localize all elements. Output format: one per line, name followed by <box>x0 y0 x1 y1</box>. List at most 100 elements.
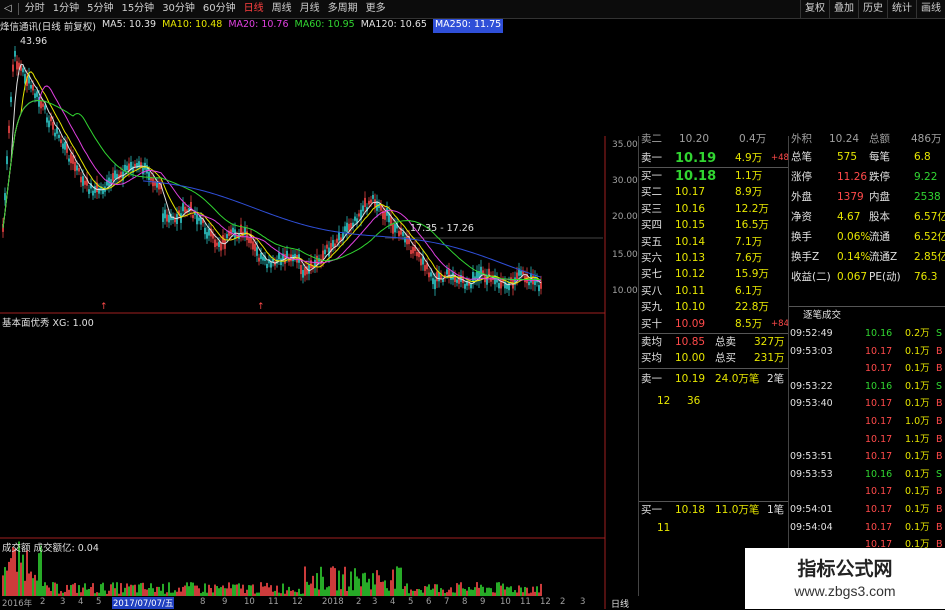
sell2-price: 10.20 <box>679 133 710 145</box>
volume-bar <box>8 561 10 596</box>
volume-bar <box>62 592 64 596</box>
sell1-price: 10.19 <box>675 151 717 166</box>
buy1-detail-price: 10.18 <box>675 504 706 516</box>
volume-bar <box>46 585 48 596</box>
volume-bar <box>30 571 32 596</box>
volume-bar <box>454 592 456 596</box>
x-label: 3 <box>372 597 378 607</box>
candle-body <box>112 173 114 181</box>
candle-body <box>254 243 256 252</box>
volume-bar <box>148 587 150 596</box>
candle-body <box>346 222 348 233</box>
y-tick: 10.00 <box>612 286 638 296</box>
volume-bar <box>254 593 256 596</box>
ma5-line <box>2 63 542 286</box>
buy-level-vol: 15.9万 <box>735 268 769 281</box>
draw-button[interactable]: 画线 <box>916 0 945 18</box>
candle-body <box>354 216 356 221</box>
tab-multi-period[interactable]: 多周期 <box>324 0 362 18</box>
candle-body <box>384 211 386 220</box>
x-axis: 2016年 2 3 4 5 2017/07/07/五 8 9 10 11 12 … <box>0 597 605 609</box>
stat-value: 2538 <box>914 191 941 203</box>
history-button[interactable]: 历史 <box>858 0 887 18</box>
stats-button[interactable]: 统计 <box>887 0 916 18</box>
candle-body <box>204 227 206 235</box>
stat-value: 2.85亿 <box>914 251 945 263</box>
candle-body <box>424 265 426 271</box>
candle-body <box>88 189 90 194</box>
volume-bar <box>322 576 324 596</box>
volume-bar <box>362 573 364 596</box>
back-icon[interactable]: ◁ <box>0 0 16 18</box>
candle-body <box>142 167 144 175</box>
candle-body <box>146 165 148 174</box>
tab-monthly[interactable]: 月线 <box>296 0 324 18</box>
buy-level-vol: 7.6万 <box>735 252 763 264</box>
stat-value: 575 <box>837 151 858 163</box>
volume-bar <box>12 546 14 596</box>
volume-bar <box>366 582 368 596</box>
tick-volume: 0.1万 <box>905 521 930 533</box>
x-label: 4 <box>78 597 84 607</box>
volume-bar <box>330 567 332 596</box>
stat-label: PE(动) <box>869 271 901 283</box>
volume-bar <box>310 583 312 596</box>
buy-avg-label: 买均 <box>641 352 662 364</box>
tab-15min[interactable]: 15分钟 <box>117 0 158 18</box>
tick-volume: 0.1万 <box>905 486 930 498</box>
high-price-label: 43.96 <box>20 36 48 47</box>
volume-bar <box>524 586 526 596</box>
candle-body <box>350 222 352 229</box>
volume-bar <box>80 592 82 596</box>
indicator-title-xg[interactable]: 基本面优秀 XG: 1.00 <box>2 315 94 329</box>
volume-bar <box>122 592 124 596</box>
overlay-button[interactable]: 叠加 <box>829 0 858 18</box>
volume-bar <box>314 588 316 596</box>
y-tick: 30.00 <box>612 176 638 186</box>
signal-mark: ↑ <box>257 302 265 312</box>
adjust-button[interactable]: 复权 <box>800 0 829 18</box>
x-label: 2018 <box>322 597 344 607</box>
tab-1min[interactable]: 1分钟 <box>49 0 83 18</box>
stat-value: 0.067 <box>837 271 868 283</box>
tab-more[interactable]: 更多 <box>362 0 390 18</box>
volume-bar <box>462 588 464 596</box>
candle-body <box>344 226 346 232</box>
volume-bar <box>198 588 200 596</box>
tab-30min[interactable]: 30分钟 <box>158 0 199 18</box>
tab-daily[interactable]: 日线 <box>240 0 268 18</box>
x-label: 5 <box>96 597 102 607</box>
volume-bar <box>476 582 478 596</box>
tick-price: 10.17 <box>865 486 893 498</box>
volume-bar <box>72 584 74 596</box>
tab-weekly[interactable]: 周线 <box>268 0 296 18</box>
volume-bar <box>262 586 264 596</box>
volume-bar <box>316 573 318 596</box>
volume-bar <box>336 590 338 596</box>
total-sell-label: 总卖 <box>715 336 736 348</box>
buy-level-price: 10.13 <box>675 252 706 264</box>
volume-bar <box>294 591 296 596</box>
indicator-title-volume[interactable]: 成交额 成交额亿: 0.04 <box>2 540 99 554</box>
volume-bar <box>526 587 528 596</box>
candle-body <box>30 84 32 89</box>
tab-5min[interactable]: 5分钟 <box>83 0 117 18</box>
volume-bar <box>442 589 444 596</box>
volume-bar <box>214 584 216 596</box>
candle-body <box>392 224 394 234</box>
candle-body <box>82 176 84 186</box>
volume-bar <box>318 589 320 596</box>
sell1-detail-vol: 24.0万笔 <box>715 373 760 385</box>
sell1-queue-item: 36 <box>687 395 701 407</box>
volume-bar <box>282 583 284 596</box>
volume-bar <box>350 571 352 596</box>
volume-bar <box>154 591 156 596</box>
tab-60min[interactable]: 60分钟 <box>199 0 240 18</box>
volume-bar <box>20 562 22 596</box>
volume-bar <box>496 582 498 596</box>
candle-body <box>452 272 454 280</box>
candle-body <box>32 85 34 91</box>
volume-bar <box>78 585 80 596</box>
stat-label: 流通Z <box>869 251 898 263</box>
tab-fenshi[interactable]: 分时 <box>21 0 49 18</box>
